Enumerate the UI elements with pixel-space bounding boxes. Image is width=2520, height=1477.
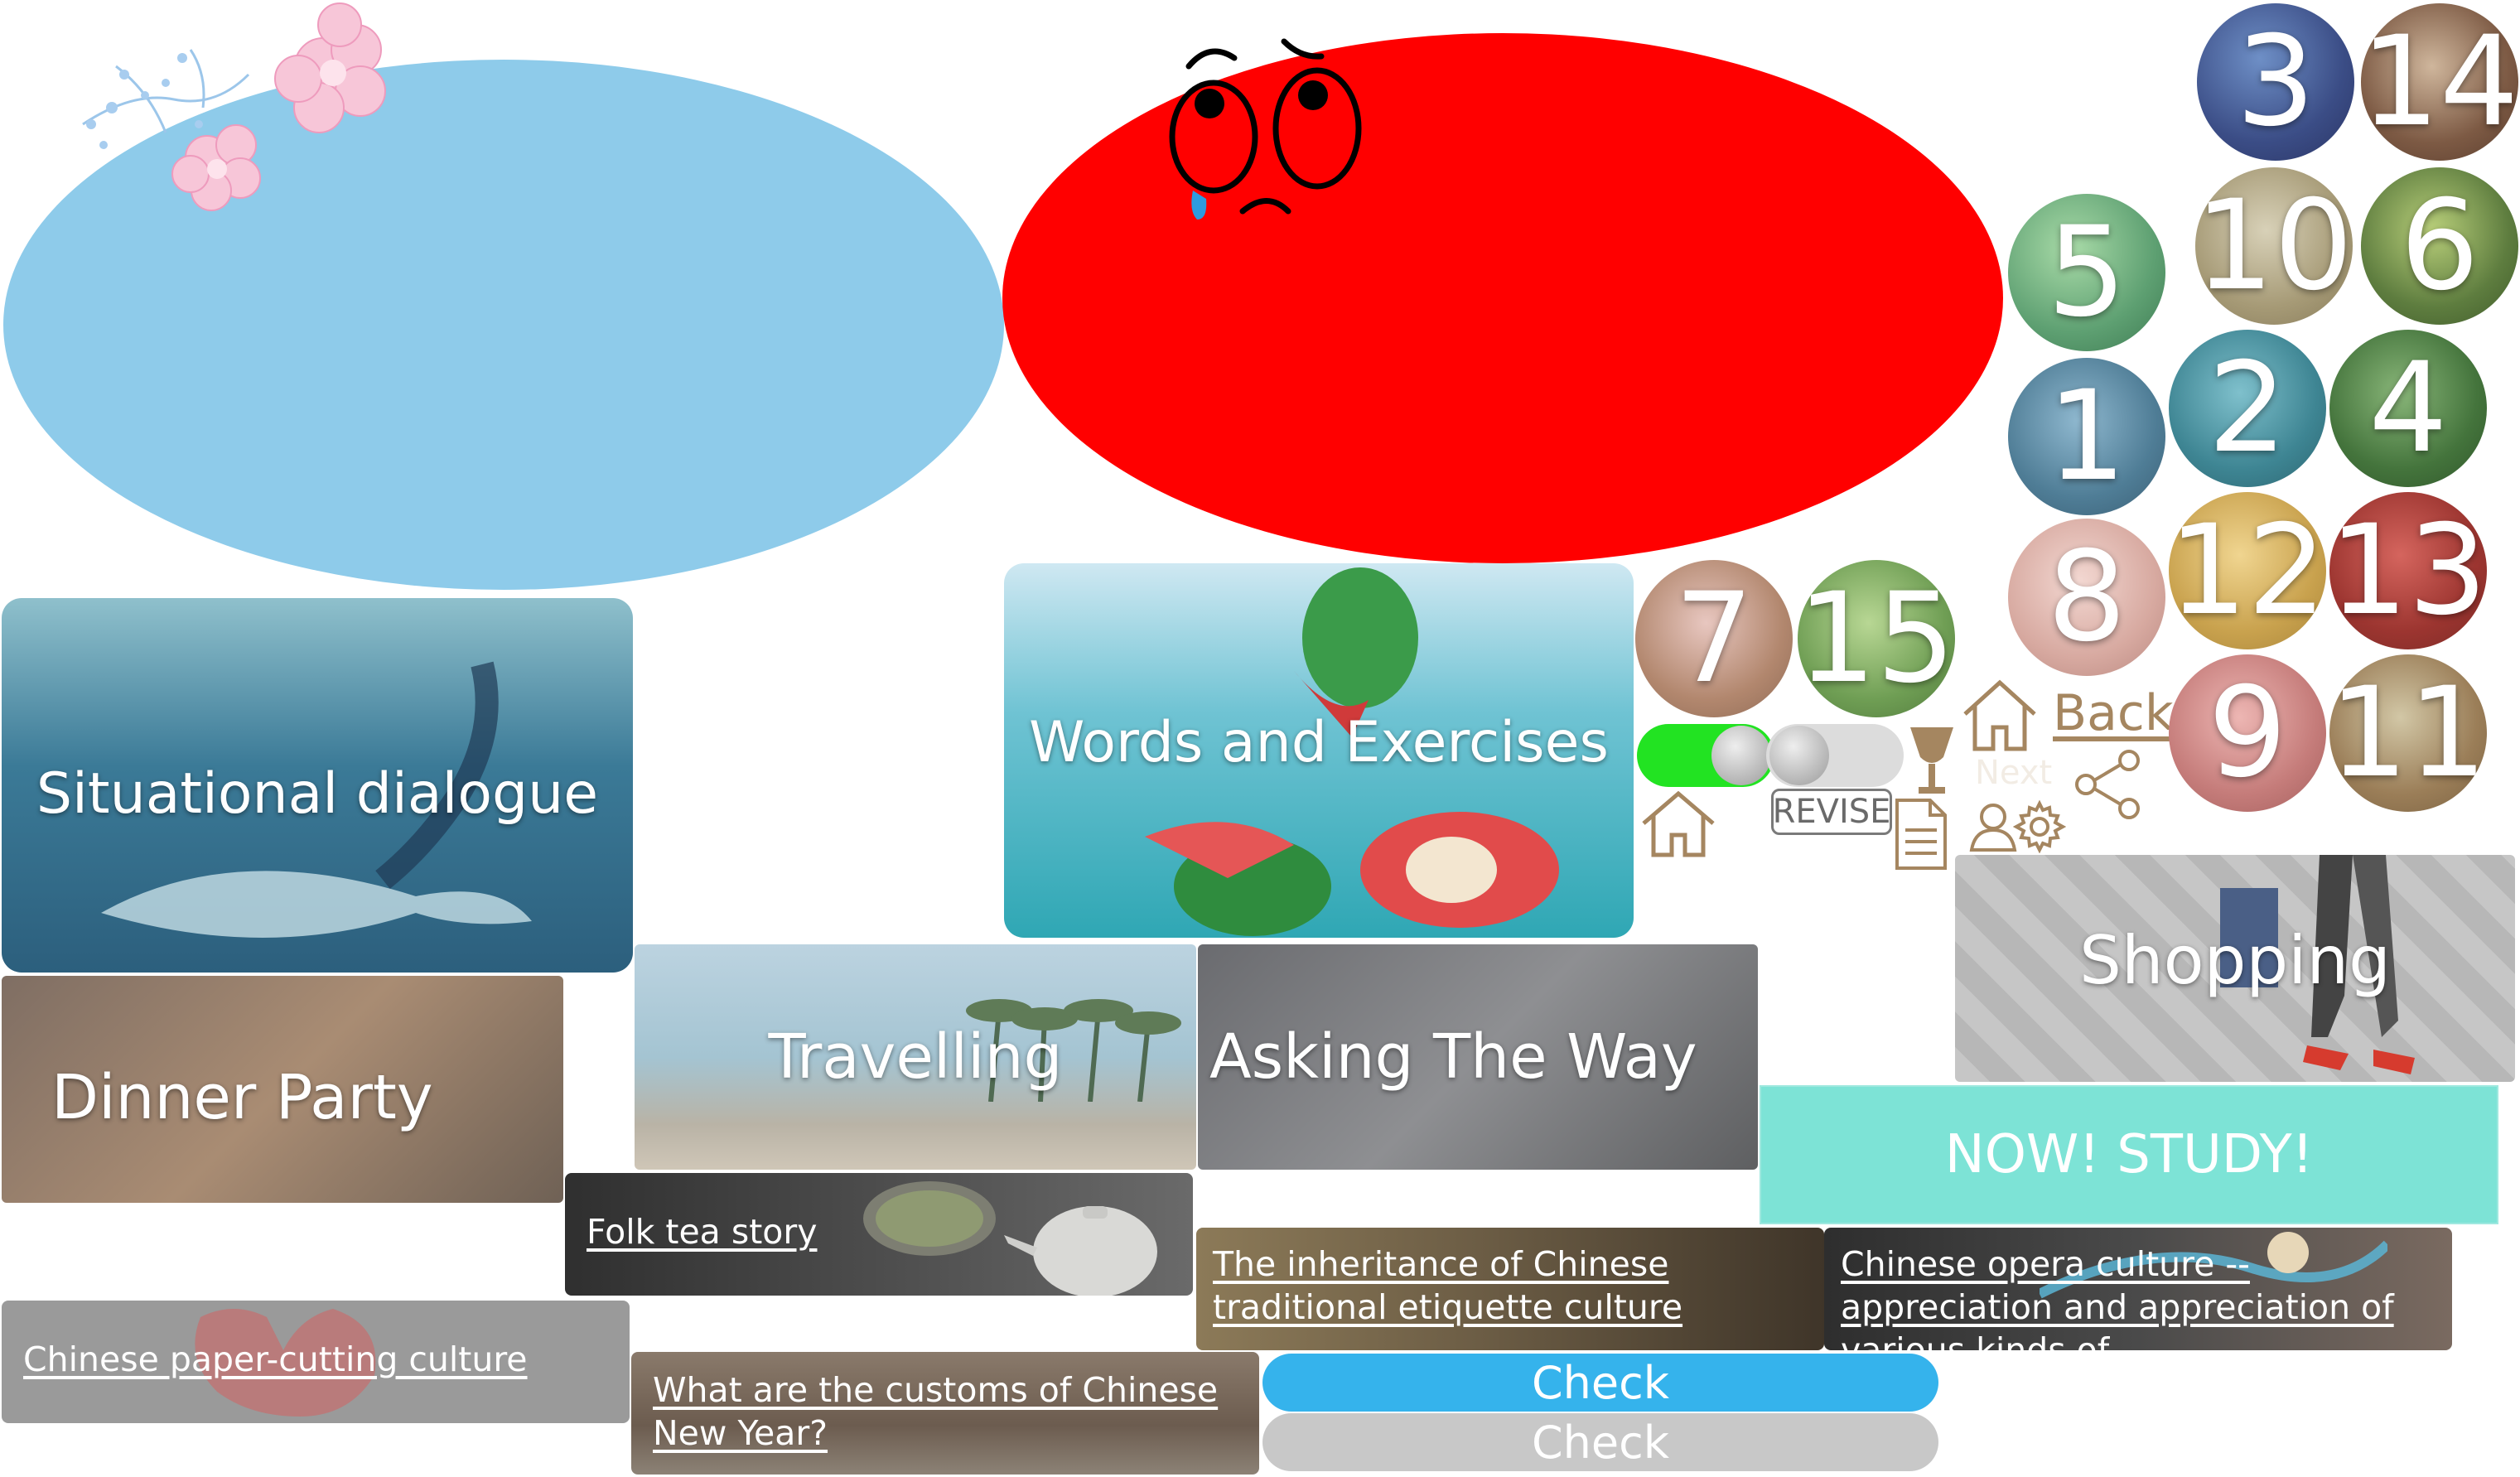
back-label: Back <box>2053 684 2174 742</box>
toggle-knob <box>1769 726 1829 785</box>
card-label: Shopping <box>2079 921 2391 999</box>
lesson-12-button[interactable]: 12 <box>2169 492 2326 649</box>
lesson-number: 13 <box>2329 499 2487 643</box>
lesson-number: 3 <box>2236 10 2315 154</box>
card-label: Words and Exercises <box>1029 709 1609 775</box>
card-label: Situational dialogue <box>36 760 599 827</box>
toggle-switch-on[interactable] <box>1637 724 1774 787</box>
asking-the-way-card[interactable]: Asking The Way <box>1198 944 1758 1170</box>
lesson-4-button[interactable]: 4 <box>2329 330 2487 487</box>
banner-label: The inheritance of Chinese traditional e… <box>1213 1244 1683 1327</box>
banner-label: Chinese opera culture -- appreciation an… <box>1841 1244 2394 1350</box>
lesson-11-button[interactable]: 11 <box>2329 654 2487 812</box>
lesson-7-button[interactable]: 7 <box>1635 560 1793 717</box>
card-label: Travelling <box>768 1021 1063 1093</box>
check-label: Check <box>1531 1416 1670 1469</box>
check-button-disabled: Check <box>1262 1413 1938 1471</box>
shopping-card[interactable]: Shopping <box>1955 855 2515 1082</box>
lesson-3-button[interactable]: 3 <box>2197 3 2354 161</box>
lesson-number: 4 <box>2368 336 2448 480</box>
lesson-number: 11 <box>2329 661 2487 805</box>
lesson-15-button[interactable]: 15 <box>1798 560 1955 717</box>
flowers-decoration-icon <box>82 2 386 211</box>
lesson-number: 6 <box>2400 174 2479 318</box>
etiquette-culture-banner[interactable]: The inheritance of Chinese traditional e… <box>1196 1228 1824 1350</box>
lesson-1-button[interactable]: 1 <box>2008 358 2165 515</box>
lesson-6-button[interactable]: 6 <box>2361 167 2518 325</box>
next-button[interactable]: Next <box>1975 754 2074 795</box>
paper-cutting-banner[interactable]: Chinese paper-cutting culture <box>2 1301 630 1423</box>
lesson-9-button[interactable]: 9 <box>2169 654 2326 812</box>
banner-label: Chinese paper-cutting culture <box>23 1339 528 1379</box>
revise-label: REVISE <box>1772 793 1891 831</box>
home-icon[interactable] <box>1958 678 2041 754</box>
revise-button[interactable]: REVISE <box>1771 789 1892 835</box>
opera-culture-banner[interactable]: Chinese opera culture -- appreciation an… <box>1824 1228 2452 1350</box>
toggle-switch-off[interactable] <box>1766 724 1904 787</box>
lesson-number: 8 <box>2047 525 2127 669</box>
lesson-5-button[interactable]: 5 <box>2008 194 2165 351</box>
lesson-14-button[interactable]: 14 <box>2361 3 2518 161</box>
user-icon[interactable] <box>1968 800 2018 852</box>
lesson-2-button[interactable]: 2 <box>2169 330 2326 487</box>
lesson-number: 1 <box>2047 364 2127 509</box>
lesson-number: 10 <box>2195 174 2353 318</box>
now-study-button[interactable]: NOW! STUDY! <box>1760 1085 2498 1224</box>
chinese-new-year-banner[interactable]: What are the customs of Chinese New Year… <box>631 1352 1259 1475</box>
situational-dialogue-card[interactable]: Situational dialogue <box>2 598 633 973</box>
lesson-number: 14 <box>2361 10 2518 154</box>
words-and-exercises-card[interactable]: Words and Exercises <box>1004 563 1634 938</box>
dinner-party-card[interactable]: Dinner Party <box>2 976 563 1203</box>
lesson-number: 7 <box>1674 567 1754 711</box>
check-button[interactable]: Check <box>1262 1354 1938 1412</box>
check-label: Check <box>1531 1356 1670 1409</box>
home-icon-small[interactable] <box>1637 789 1720 860</box>
travelling-card[interactable]: Travelling <box>635 944 1196 1170</box>
lesson-number: 12 <box>2169 499 2326 643</box>
lesson-10-button[interactable]: 10 <box>2195 167 2353 325</box>
document-icon[interactable] <box>1892 797 1950 871</box>
card-label: Dinner Party <box>51 1062 433 1133</box>
toggle-knob <box>1711 726 1771 785</box>
banner-label: Folk tea story <box>587 1212 818 1252</box>
next-label: Next <box>1975 754 2053 792</box>
share-icon[interactable] <box>2071 747 2146 822</box>
back-button[interactable]: Back <box>2053 684 2174 746</box>
gear-icon[interactable] <box>2013 800 2066 853</box>
lesson-13-button[interactable]: 13 <box>2329 492 2487 649</box>
lesson-number: 9 <box>2208 661 2287 805</box>
study-label: NOW! STUDY! <box>1944 1124 2314 1185</box>
lesson-number: 15 <box>1798 567 1955 711</box>
lesson-number: 2 <box>2208 336 2287 480</box>
lesson-number: 5 <box>2047 200 2127 345</box>
card-label: Asking The Way <box>1209 1021 1697 1093</box>
trophy-icon[interactable] <box>1905 722 1958 797</box>
folk-tea-story-banner[interactable]: Folk tea story <box>565 1173 1193 1296</box>
crying-face-icon <box>1169 38 1362 220</box>
banner-label: What are the customs of Chinese New Year… <box>653 1370 1219 1453</box>
lesson-8-button[interactable]: 8 <box>2008 519 2165 676</box>
